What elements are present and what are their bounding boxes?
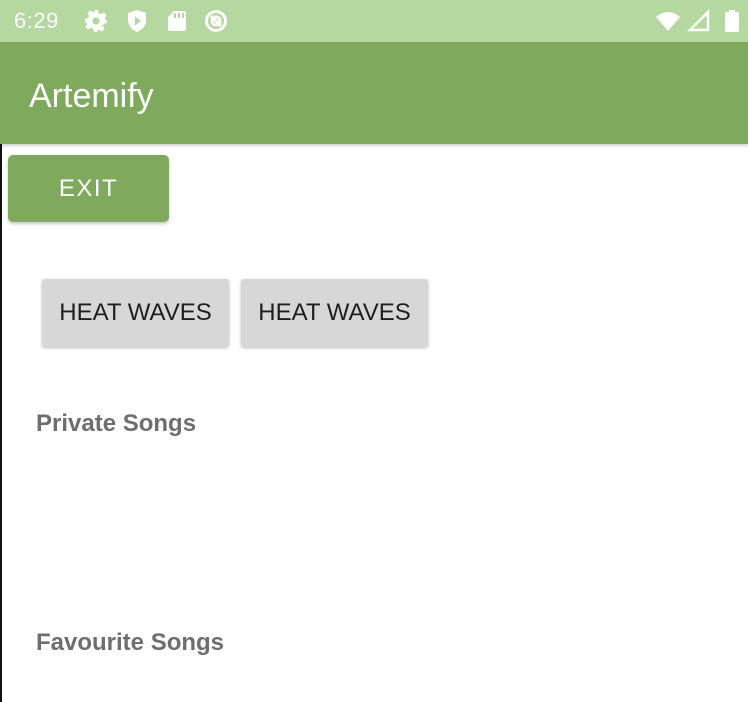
status-bar: 6:29 [0, 0, 748, 42]
song-button[interactable]: HEAT WAVES [241, 279, 428, 347]
shield-icon [128, 10, 146, 32]
battery-icon [725, 10, 739, 32]
left-edge-divider [0, 144, 2, 702]
wifi-icon [656, 12, 680, 31]
private-songs-heading: Private Songs [36, 410, 197, 437]
sd-card-icon [168, 11, 186, 31]
favourite-songs-heading: Favourite Songs [36, 629, 225, 656]
at-sign-icon [205, 10, 227, 32]
gear-icon [85, 10, 107, 32]
song-button[interactable]: HEAT WAVES [42, 279, 229, 347]
app-title: Artemify [29, 77, 154, 115]
exit-button[interactable]: EXIT [8, 155, 169, 222]
app-bar: Artemify [0, 42, 748, 144]
signal-icon [687, 9, 710, 32]
status-time: 6:29 [14, 8, 59, 33]
